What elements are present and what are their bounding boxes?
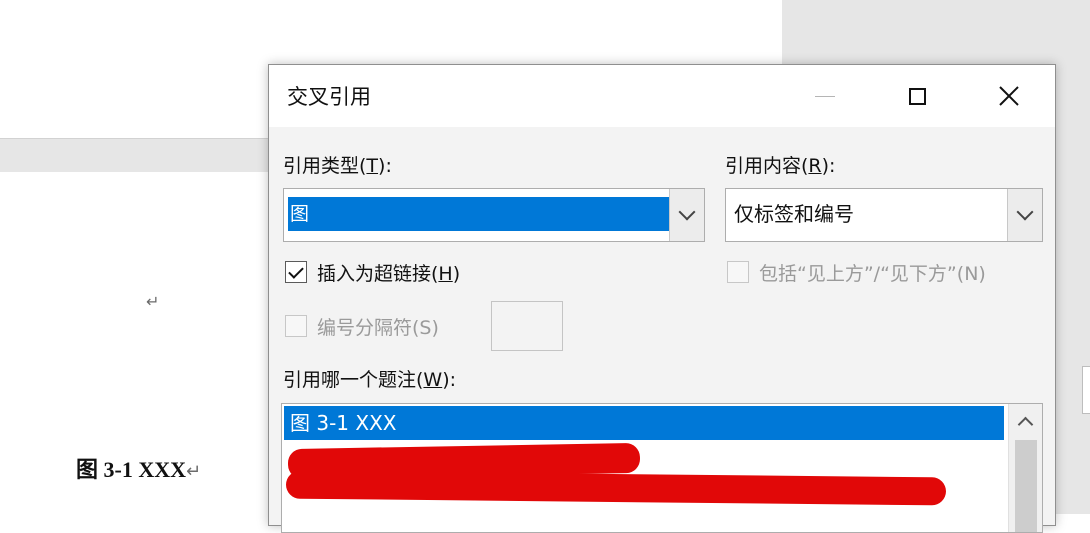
chevron-up-icon	[1017, 416, 1034, 432]
number-separator-checkbox[interactable]	[285, 315, 307, 337]
figure-caption: 图 3-1 XXX↵	[76, 452, 201, 484]
ref-type-label: 引用类型(T):	[283, 155, 392, 177]
minimize-icon	[815, 95, 835, 97]
document-scrollbar[interactable]	[1082, 366, 1090, 414]
ref-content-label: 引用内容(R):	[725, 155, 836, 177]
cross-reference-dialog: 交叉引用 引用类型(T): 图 引用内容(R): 仅标签和编号 插入为超链接(H…	[268, 64, 1056, 533]
maximize-icon	[908, 87, 926, 105]
ref-type-dropdown-button[interactable]	[669, 189, 704, 241]
ref-content-dropdown-button[interactable]	[1007, 189, 1042, 241]
include-above-below-label: 包括“见上方”/“见下方”(N)	[759, 263, 986, 285]
close-button[interactable]	[963, 65, 1055, 127]
paragraph-mark: ↵	[146, 292, 160, 311]
chevron-down-icon	[1016, 203, 1034, 221]
number-separator-label: 编号分隔符(S)	[317, 317, 439, 339]
ref-type-selected: 图	[288, 197, 670, 231]
paragraph-mark: ↵	[186, 461, 202, 482]
redaction-mark	[285, 470, 947, 506]
checkmark-icon	[288, 262, 304, 279]
figure-caption-text: 图 3-1 XXX	[76, 457, 186, 482]
ref-content-selected: 仅标签和编号	[734, 202, 854, 226]
which-caption-label: 引用哪一个题注(W):	[283, 369, 457, 391]
scrollbar-thumb[interactable]	[1015, 440, 1037, 532]
dialog-titlebar: 交叉引用	[269, 65, 1055, 127]
number-separator-input[interactable]	[491, 301, 563, 351]
ref-type-combo[interactable]: 图	[283, 188, 705, 242]
insert-hyperlink-checkbox[interactable]	[285, 261, 307, 283]
ref-content-combo[interactable]: 仅标签和编号	[725, 188, 1043, 242]
include-above-below-checkbox[interactable]	[727, 261, 749, 283]
chevron-down-icon	[678, 203, 696, 221]
dialog-title: 交叉引用	[287, 85, 371, 109]
minimize-button[interactable]	[779, 65, 871, 127]
list-item[interactable]: 图 3-1 XXX	[284, 406, 1004, 440]
maximize-button[interactable]	[871, 65, 963, 127]
insert-hyperlink-label[interactable]: 插入为超链接(H)	[317, 259, 460, 286]
scroll-up-button[interactable]	[1009, 404, 1042, 438]
close-icon	[999, 86, 1019, 106]
